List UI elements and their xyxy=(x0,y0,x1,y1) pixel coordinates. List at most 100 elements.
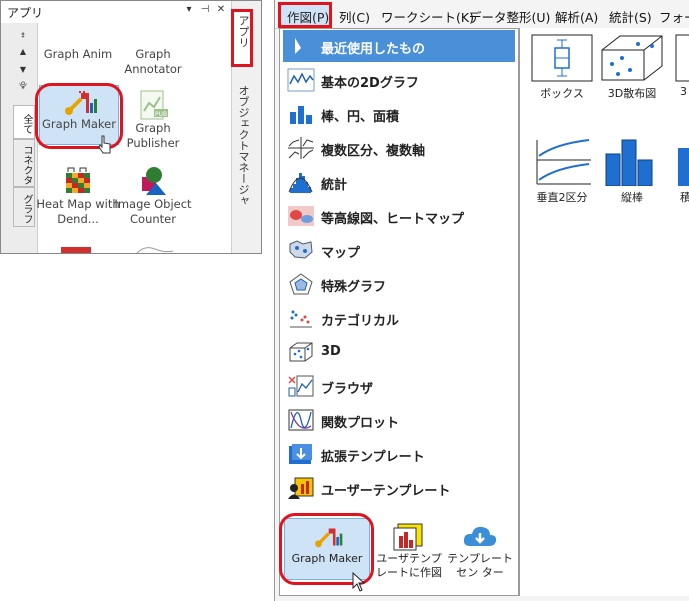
tab-all[interactable]: 全て xyxy=(13,105,35,139)
gallery-tile-column[interactable]: 縦棒 xyxy=(598,138,666,205)
map-app-icon xyxy=(136,247,174,253)
menu-item-extended-templates[interactable]: 拡張テンプレート xyxy=(283,438,515,470)
menu-item-specialized[interactable]: 特殊グラフ xyxy=(283,268,515,300)
menu-item-label: 複数区分、複数軸 xyxy=(321,144,426,159)
categorical-icon xyxy=(290,310,312,328)
gallery-tile-partial-2[interactable]: 積 xyxy=(670,138,689,205)
menu-item-multi-panel[interactable]: 複数区分、複数軸 xyxy=(283,132,515,164)
arrow-cursor-icon xyxy=(352,572,366,592)
object-manager-tab[interactable]: オブジェクトマネージャ xyxy=(235,85,251,215)
radar-icon xyxy=(289,273,313,295)
multi-axis-icon xyxy=(288,137,314,159)
tab-connectors[interactable]: コネクタ xyxy=(13,139,35,187)
menu-plot-highlight xyxy=(278,2,332,28)
menu-item-contour-heatmap[interactable]: 等高線図、ヒートマップ xyxy=(283,200,515,232)
app-image-object-counter[interactable]: Image Object Counter xyxy=(109,165,197,227)
menu-column[interactable]: 列(C) xyxy=(339,7,370,26)
menu-item-bar-pie-area[interactable]: 棒、円、面積 xyxy=(283,98,515,130)
partial-chart-icon xyxy=(675,34,689,82)
gallery-tile-3d-scatter[interactable]: 3D散布図 xyxy=(598,34,666,101)
app-label: Graph Anim xyxy=(43,47,113,61)
heat-map-icon xyxy=(64,167,92,195)
apps-panel-header: アプリ ▾ ⊣ ✕ xyxy=(1,1,231,24)
template-download-icon xyxy=(289,444,312,464)
gallery-tile-box[interactable]: ボックス xyxy=(528,34,596,101)
menu-item-label: カテゴリカル xyxy=(321,314,400,329)
menu-analysis[interactable]: 解析(A) xyxy=(555,7,598,26)
menu-item-label: 3D xyxy=(321,344,341,359)
bottom-tile-label: テンプレートセン ター xyxy=(447,552,513,579)
gallery-tile-label: 垂直2区分 xyxy=(536,191,588,204)
cloud-download-icon xyxy=(463,526,497,546)
tab-graphs[interactable]: グラフ xyxy=(13,187,35,227)
menu-item-user-templates[interactable]: ユーザーテンプレート xyxy=(283,472,515,504)
app-label: Graph Annotator xyxy=(124,47,182,76)
gallery-tile-label: 3 xyxy=(680,85,687,98)
panel-close-icon[interactable]: ✕ xyxy=(215,4,227,15)
menu-item-label: 拡張テンプレート xyxy=(321,450,425,465)
box-chart-icon xyxy=(531,34,593,82)
map-icon xyxy=(289,240,313,259)
object-manager-tab-label: オブジェクトマネージャ xyxy=(237,85,250,206)
menu-item-basic-2d[interactable]: 基本の2Dグラフ xyxy=(283,64,515,96)
menu-item-label: 最近使用したもの xyxy=(321,42,426,57)
menu-item-categorical[interactable]: カテゴリカル xyxy=(283,302,515,334)
menu-item-3d[interactable]: 3D xyxy=(283,336,515,368)
menu-worksheet[interactable]: ワークシート(K) xyxy=(381,7,474,26)
menu-item-label: 特殊グラフ xyxy=(321,280,387,295)
panel-pin-icon[interactable]: ⊣ xyxy=(199,4,211,15)
menu-item-function-plot[interactable]: 関数プロット xyxy=(283,404,515,436)
bottom-tile-label: ユーザテンプ レートに作図 xyxy=(376,552,442,579)
bottom-tile-plot-to-user-template[interactable]: ユーザテンプ レートに作図 xyxy=(376,522,442,580)
apps-panel-title: アプリ xyxy=(7,6,44,20)
function-plot-icon xyxy=(288,409,314,431)
app-label: Image Object Counter xyxy=(114,197,192,226)
gallery-tile-label: 積 xyxy=(680,191,689,204)
app-graph-publisher[interactable]: PUB Graph Publisher xyxy=(111,89,195,151)
hand-cursor-icon xyxy=(98,135,111,154)
menu-item-map[interactable]: マップ xyxy=(283,234,515,266)
gallery-tile-label: ボックス xyxy=(540,87,584,100)
column-chart-icon xyxy=(605,139,653,187)
menu-item-browser[interactable]: ブラウザ xyxy=(283,370,515,402)
scroll-down-icon[interactable]: ▼ xyxy=(15,65,31,75)
menu-item-label: マップ xyxy=(321,246,361,261)
apps-tab-highlight xyxy=(231,9,253,67)
3d-scatter-chart-icon xyxy=(601,35,663,81)
menu-data-manipulation[interactable]: データ整形(U) xyxy=(469,7,550,26)
user-template-icon xyxy=(288,477,314,499)
menu-item-statistics[interactable]: 統計 xyxy=(283,166,515,198)
menu-item-recent[interactable]: 最近使用したもの xyxy=(283,30,515,62)
app-graph-annotator[interactable]: Graph Annotator xyxy=(111,29,195,77)
app-label: Graph Publisher xyxy=(126,121,180,150)
menubar: 作図(P) 列(C) ワークシート(K) データ整形(U) 解析(A) 統計(S… xyxy=(275,0,689,29)
svg-text:PUB: PUB xyxy=(155,111,167,118)
scroll-bottom-icon[interactable]: ⯓ xyxy=(15,81,31,91)
line-graph-icon xyxy=(287,68,315,92)
graph-anim-icon xyxy=(58,29,98,47)
graph-annotator-icon xyxy=(133,29,173,47)
scroll-top-icon[interactable]: ⯒ xyxy=(15,31,31,41)
browser-icon xyxy=(288,375,314,397)
vertical-2-panel-icon xyxy=(536,139,591,185)
app-label: Heat Map with Dend... xyxy=(36,197,120,226)
gallery-tile-vertical-2-panel[interactable]: 垂直2区分 xyxy=(528,138,596,205)
scroll-up-icon[interactable]: ▲ xyxy=(15,47,31,57)
histogram-icon xyxy=(288,173,313,193)
bottom-tile-template-center[interactable]: テンプレートセン ター xyxy=(446,522,514,580)
menu-item-label: ユーザーテンプレート xyxy=(321,484,451,499)
menu-item-label: ブラウザ xyxy=(321,382,374,397)
apps-panel: アプリ ▾ ⊣ ✕ ⯒ ▲ ▼ ⯓ 全て コネクタ グラフ Graph Anim… xyxy=(0,0,262,254)
menu-item-label: 棒、円、面積 xyxy=(321,110,400,125)
gallery-tile-partial-1[interactable]: 3 xyxy=(670,34,689,98)
recent-graph-gallery xyxy=(519,28,689,596)
recent-icon xyxy=(295,38,301,54)
image-object-counter-icon xyxy=(142,167,166,195)
menu-item-label: 等高線図、ヒートマップ xyxy=(321,212,465,227)
app-graph-anim[interactable]: Graph Anim xyxy=(35,29,121,62)
menu-item-label: 関数プロット xyxy=(321,416,400,431)
menu-statistics[interactable]: 統計(S) xyxy=(609,7,652,26)
apps-scroll-controls: ⯒ ▲ ▼ ⯓ xyxy=(15,31,31,111)
menu-format[interactable]: フォー xyxy=(659,7,689,26)
panel-dropdown-icon[interactable]: ▾ xyxy=(183,4,195,15)
